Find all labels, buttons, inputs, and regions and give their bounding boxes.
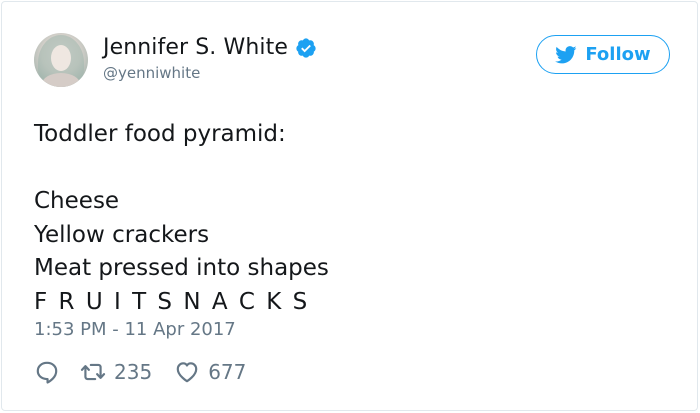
like-button[interactable]: 677 bbox=[174, 359, 246, 385]
author-name-row: Jennifer S. White bbox=[103, 35, 317, 60]
heart-icon bbox=[176, 362, 198, 383]
reply-button[interactable] bbox=[34, 359, 60, 385]
avatar-face bbox=[51, 45, 71, 71]
tweet-actions: 235 677 bbox=[34, 359, 246, 385]
verified-badge-icon bbox=[295, 37, 317, 59]
tweet-line: Yellow crackers bbox=[34, 221, 210, 248]
tweet-line: Cheese bbox=[34, 188, 120, 214]
follow-button-label: Follow bbox=[585, 44, 651, 65]
tweet-line: Toddler food pyramid: bbox=[34, 121, 286, 147]
author-handle[interactable]: @yenniwhite bbox=[103, 64, 200, 82]
twitter-bird-icon bbox=[555, 45, 577, 63]
tweet-line: F R U I T S N A C K S bbox=[34, 288, 310, 315]
tweet-line: Meat pressed into shapes bbox=[34, 255, 329, 281]
retweet-icon bbox=[80, 363, 106, 381]
tweet-timestamp[interactable]: 1:53 PM - 11 Apr 2017 bbox=[34, 319, 236, 340]
reply-icon bbox=[36, 361, 58, 384]
follow-button[interactable]: Follow bbox=[536, 35, 670, 74]
tweet-card: Jennifer S. White @yenniwhite Follow Tod… bbox=[1, 1, 698, 411]
retweet-count: 235 bbox=[114, 360, 153, 384]
author-display-name[interactable]: Jennifer S. White bbox=[103, 35, 288, 60]
avatar[interactable] bbox=[34, 33, 88, 87]
tweet-text: Toddler food pyramid: Cheese Yellow crac… bbox=[34, 118, 674, 319]
retweet-button[interactable]: 235 bbox=[80, 359, 152, 385]
like-count: 677 bbox=[208, 360, 247, 384]
